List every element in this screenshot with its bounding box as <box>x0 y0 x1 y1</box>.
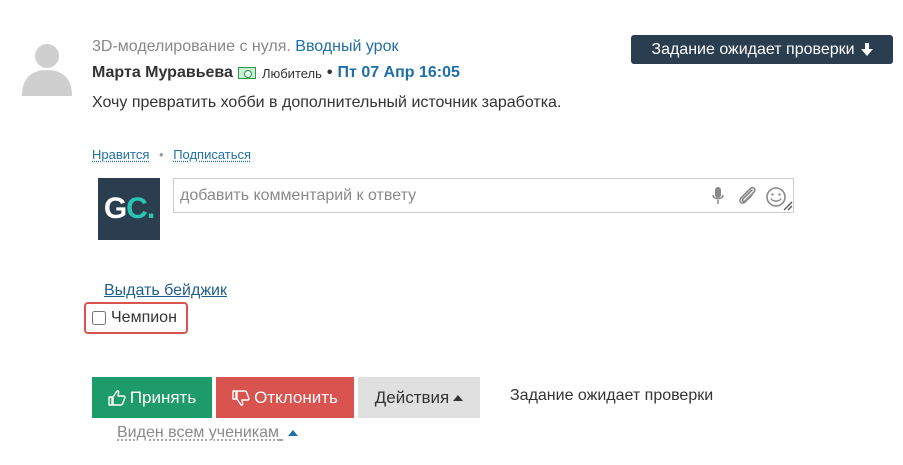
logo-accent: C. <box>126 192 155 225</box>
thumbs-up-icon <box>108 389 126 406</box>
author-level: Любитель <box>261 65 322 81</box>
review-status-text: Задание ожидает проверки <box>510 387 714 404</box>
give-badge-link[interactable]: Выдать бейджик <box>104 282 227 300</box>
actions-label: Действия <box>374 387 450 407</box>
paperclip-icon[interactable] <box>737 186 759 206</box>
caret-up-icon <box>287 430 298 436</box>
status-pill-label: Задание ожидает проверки <box>651 40 855 58</box>
champion-checkbox[interactable] <box>92 311 106 325</box>
user-placeholder-icon <box>22 44 72 96</box>
caret-up-icon <box>453 394 464 401</box>
lesson-line: 3D-моделирование с нуля. Вводный урок <box>92 38 398 56</box>
badge-option-champion[interactable]: Чемпион <box>84 302 188 334</box>
comment-input[interactable] <box>174 179 704 212</box>
accept-label: Принять <box>129 387 197 407</box>
microphone-icon[interactable] <box>712 186 724 206</box>
reject-button[interactable]: Отклонить <box>216 377 354 418</box>
money-icon <box>237 67 256 79</box>
reaction-separator: • <box>159 147 164 162</box>
status-pill[interactable]: Задание ожидает проверки <box>631 35 893 64</box>
commenter-avatar-logo: G C. <box>98 178 160 240</box>
lesson-link[interactable]: Вводный урок <box>295 38 398 55</box>
post-meta: Марта Муравьева Любитель • Пт 07 Апр 16:… <box>92 64 460 82</box>
actions-dropdown-button[interactable]: Действия <box>358 377 480 418</box>
visibility-label: Виден всем ученикам <box>117 424 280 441</box>
champion-label: Чемпион <box>111 309 177 326</box>
answer-text: Хочу превратить хобби в дополнительный и… <box>92 94 562 111</box>
resize-handle-icon[interactable] <box>782 200 793 211</box>
reaction-links: Нравится • Подписаться <box>92 147 251 162</box>
author-name[interactable]: Марта Муравьева <box>92 64 233 82</box>
accept-button[interactable]: Принять <box>92 377 212 418</box>
arrow-down-icon <box>860 42 873 56</box>
meta-separator: • <box>326 64 333 81</box>
lesson-course: 3D-моделирование с нуля. <box>92 38 291 55</box>
visibility-dropdown[interactable]: Виден всем ученикам <box>117 424 298 442</box>
user-avatar[interactable] <box>18 38 76 96</box>
logo-letter: G <box>103 192 127 225</box>
subscribe-link[interactable]: Подписаться <box>173 147 251 162</box>
comment-box <box>173 178 794 213</box>
post-date[interactable]: Пт 07 Апр 16:05 <box>338 64 460 82</box>
like-link[interactable]: Нравится <box>92 147 149 162</box>
reject-label: Отклонить <box>254 387 338 407</box>
thumbs-down-icon <box>232 389 250 406</box>
